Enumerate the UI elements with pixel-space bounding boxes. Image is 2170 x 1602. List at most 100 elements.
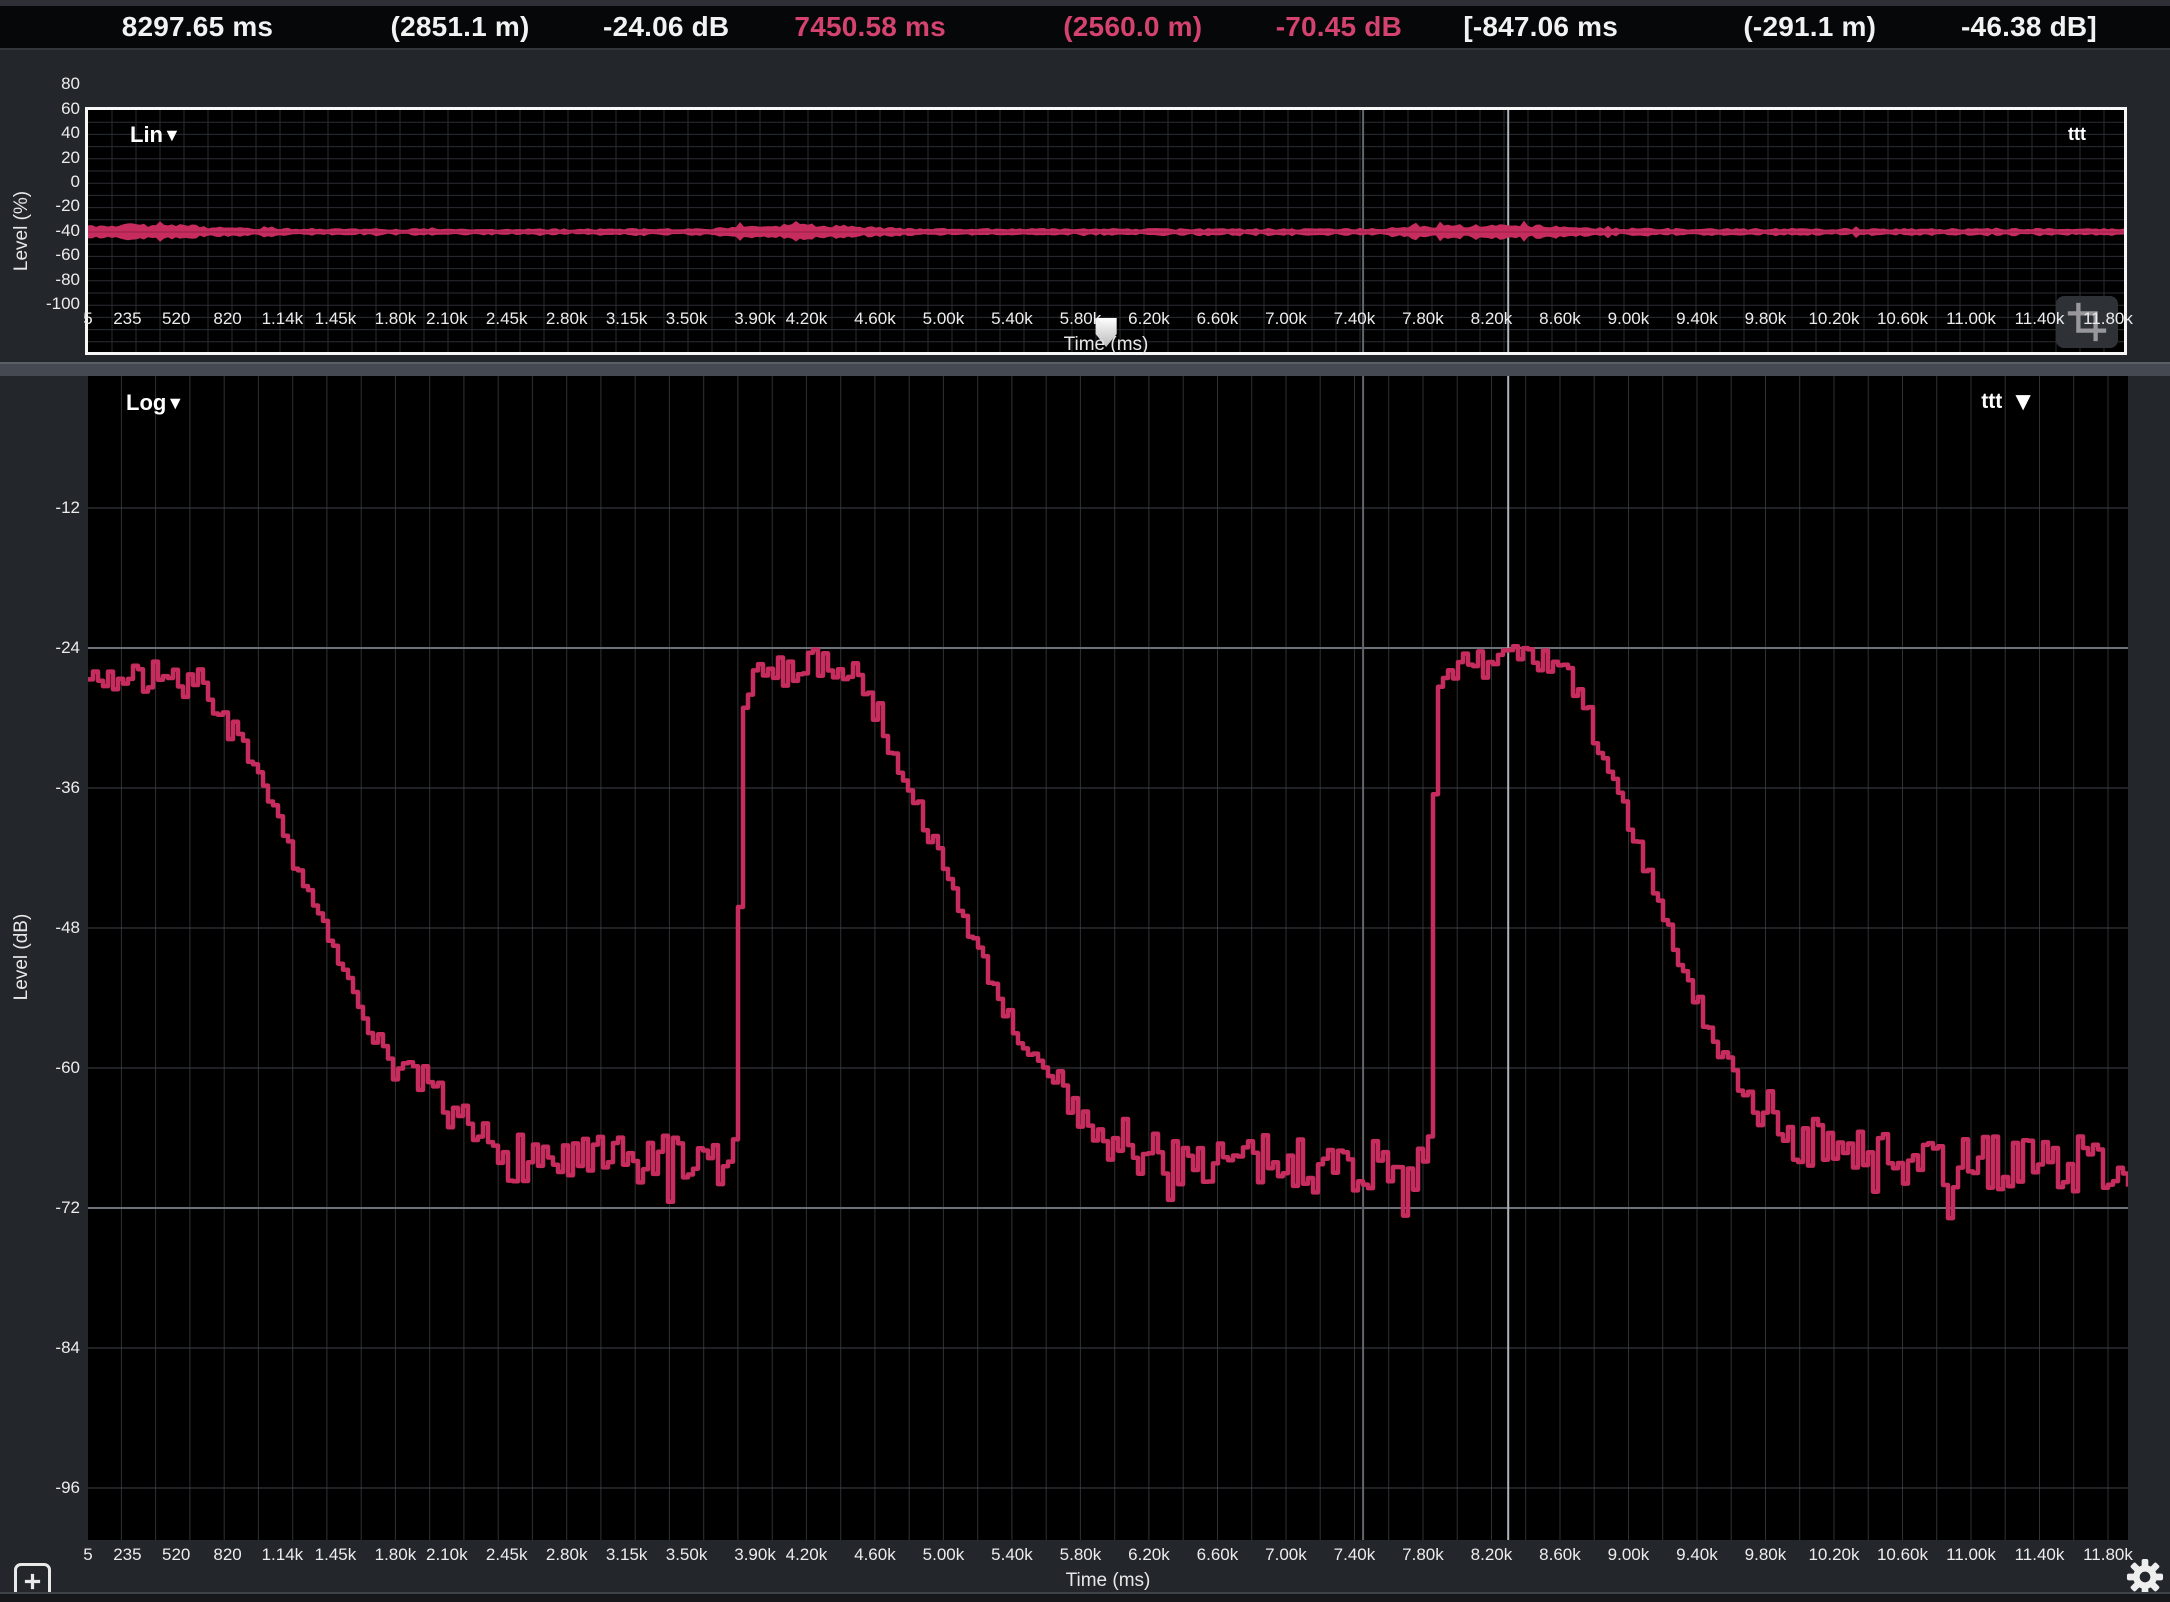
x-tick-label: 6.20k bbox=[1128, 1544, 1170, 1566]
y-tick-label: -20 bbox=[0, 196, 80, 216]
bottom-scale-dropdown[interactable]: Log▼ bbox=[126, 390, 184, 416]
header-readout: 8297.65 ms bbox=[122, 6, 273, 48]
y-tick-label: -60 bbox=[0, 1058, 80, 1078]
y-tick-label: 0 bbox=[0, 172, 80, 192]
y-tick-label: -48 bbox=[0, 918, 80, 938]
x-tick-label: 9.80k bbox=[1745, 1544, 1787, 1566]
header-readout: (-291.1 m) bbox=[1743, 6, 1876, 48]
x-tick-label: 5.40k bbox=[991, 308, 1033, 330]
x-tick-label: 11.00k bbox=[1946, 308, 1996, 330]
y-tick-label: -72 bbox=[0, 1198, 80, 1218]
x-tick-label: 5.80k bbox=[1060, 1544, 1102, 1566]
x-tick-label: 10.60k bbox=[1877, 308, 1928, 330]
x-tick-label: 4.20k bbox=[786, 1544, 828, 1566]
y-tick-label: -40 bbox=[0, 221, 80, 241]
y-tick-label: -80 bbox=[0, 270, 80, 290]
y-tick-label: -24 bbox=[0, 638, 80, 658]
header-readout: 7450.58 ms bbox=[794, 6, 945, 48]
chevron-down-icon: ▼ bbox=[163, 125, 181, 145]
bottom-signal-label: ttt bbox=[1981, 390, 2002, 413]
y-tick-label: -100 bbox=[0, 294, 80, 314]
header-readout: -70.45 dB bbox=[1276, 6, 1402, 48]
x-tick-label: 11.40k bbox=[2015, 1544, 2065, 1566]
x-tick-label: 5.40k bbox=[991, 1544, 1033, 1566]
top-scale-dropdown[interactable]: Lin▼ bbox=[130, 122, 181, 148]
x-tick-label: 1.14k bbox=[262, 1544, 304, 1566]
x-tick-label: 4.20k bbox=[786, 308, 828, 330]
y-tick-label: -36 bbox=[0, 778, 80, 798]
x-tick-label: 3.50k bbox=[666, 308, 708, 330]
x-tick-label: 2.80k bbox=[546, 308, 588, 330]
top-scale-label: Lin bbox=[130, 122, 163, 147]
gear-icon bbox=[2126, 1558, 2164, 1596]
x-tick-label: 11.00k bbox=[1946, 1544, 1996, 1566]
y-tick-label: 80 bbox=[0, 74, 80, 94]
bottom-x-axis-title: Time (ms) bbox=[1066, 1570, 1151, 1592]
main-chart-panel: Level (dB) -12-24-36-48-60-72-84-96 Log▼… bbox=[0, 376, 2170, 1592]
overview-chart-panel: Level (%) 806040200-20-40-60-80-100 Lin▼… bbox=[0, 50, 2170, 362]
x-tick-label: 5.80k bbox=[1060, 308, 1102, 330]
y-tick-label: 40 bbox=[0, 123, 80, 143]
header-readout: -24.06 dB bbox=[603, 6, 729, 48]
x-tick-label: 8.20k bbox=[1471, 308, 1513, 330]
y-tick-label: -12 bbox=[0, 498, 80, 518]
x-tick-label: 2.45k bbox=[486, 1544, 528, 1566]
x-tick-label: 1.45k bbox=[315, 1544, 357, 1566]
bottom-signal-selector[interactable]: ttt▼ bbox=[1981, 386, 2036, 417]
x-tick-label: 9.80k bbox=[1745, 308, 1787, 330]
x-tick-label: 3.90k bbox=[734, 1544, 776, 1566]
top-signal-label: ttt bbox=[2068, 124, 2086, 144]
y-tick-label: 60 bbox=[0, 99, 80, 119]
x-tick-label: 1.14k bbox=[262, 308, 304, 330]
x-tick-label: 235 bbox=[113, 1544, 141, 1566]
top-signal-selector[interactable]: ttt bbox=[2068, 124, 2086, 145]
header-readout: [-847.06 ms bbox=[1463, 6, 1618, 48]
x-tick-label: 1.80k bbox=[375, 308, 417, 330]
x-tick-label: 7.00k bbox=[1265, 308, 1307, 330]
x-tick-label: 9.40k bbox=[1676, 1544, 1718, 1566]
x-tick-label: 8.60k bbox=[1539, 1544, 1581, 1566]
x-tick-label: 9.00k bbox=[1608, 308, 1650, 330]
chevron-down-icon: ▼ bbox=[166, 393, 184, 413]
x-tick-label: 235 bbox=[113, 308, 141, 330]
window-bottom-strip bbox=[0, 1592, 2170, 1602]
x-tick-label: 520 bbox=[162, 1544, 190, 1566]
x-tick-label: 9.00k bbox=[1608, 1544, 1650, 1566]
x-tick-label: 5 bbox=[83, 308, 92, 330]
x-tick-label: 520 bbox=[162, 308, 190, 330]
x-tick-label: 1.45k bbox=[315, 308, 357, 330]
plus-icon bbox=[23, 1572, 42, 1591]
y-tick-label: -96 bbox=[0, 1478, 80, 1498]
x-tick-label: 10.60k bbox=[1877, 1544, 1928, 1566]
x-tick-label: 820 bbox=[213, 308, 241, 330]
x-tick-label: 7.40k bbox=[1334, 1544, 1376, 1566]
y-tick-label: 20 bbox=[0, 148, 80, 168]
x-tick-label: 4.60k bbox=[854, 1544, 896, 1566]
settings-button[interactable] bbox=[2126, 1558, 2164, 1596]
x-tick-label: 3.15k bbox=[606, 308, 648, 330]
x-tick-label: 8.20k bbox=[1471, 1544, 1513, 1566]
x-tick-label: 7.80k bbox=[1402, 1544, 1444, 1566]
x-tick-label: 1.80k bbox=[375, 1544, 417, 1566]
x-tick-label: 9.40k bbox=[1676, 308, 1718, 330]
x-tick-label: 11.40k bbox=[2015, 308, 2065, 330]
y-tick-label: -60 bbox=[0, 245, 80, 265]
x-tick-label: 7.80k bbox=[1402, 308, 1444, 330]
x-tick-label: 820 bbox=[213, 1544, 241, 1566]
x-tick-label: 7.40k bbox=[1334, 308, 1376, 330]
x-tick-label: 2.80k bbox=[546, 1544, 588, 1566]
main-plot-area[interactable]: Log▼ ttt▼ bbox=[88, 376, 2128, 1540]
x-tick-label: 8.60k bbox=[1539, 308, 1581, 330]
header-readout: (2560.0 m) bbox=[1063, 6, 1202, 48]
main-waveform-svg bbox=[88, 376, 2128, 1540]
cursor-readout-bar: 8297.65 ms(2851.1 m)-24.06 dB7450.58 ms(… bbox=[0, 6, 2170, 50]
x-tick-label: 11.80k bbox=[2083, 308, 2133, 330]
x-tick-label: 4.60k bbox=[854, 308, 896, 330]
x-tick-label: 5.00k bbox=[923, 1544, 965, 1566]
bottom-scale-label: Log bbox=[126, 390, 166, 415]
x-tick-label: 5.00k bbox=[923, 308, 965, 330]
x-tick-label: 2.45k bbox=[486, 308, 528, 330]
x-tick-label: 10.20k bbox=[1808, 1544, 1859, 1566]
x-tick-label: 2.10k bbox=[426, 1544, 468, 1566]
chevron-down-icon: ▼ bbox=[2002, 386, 2036, 416]
